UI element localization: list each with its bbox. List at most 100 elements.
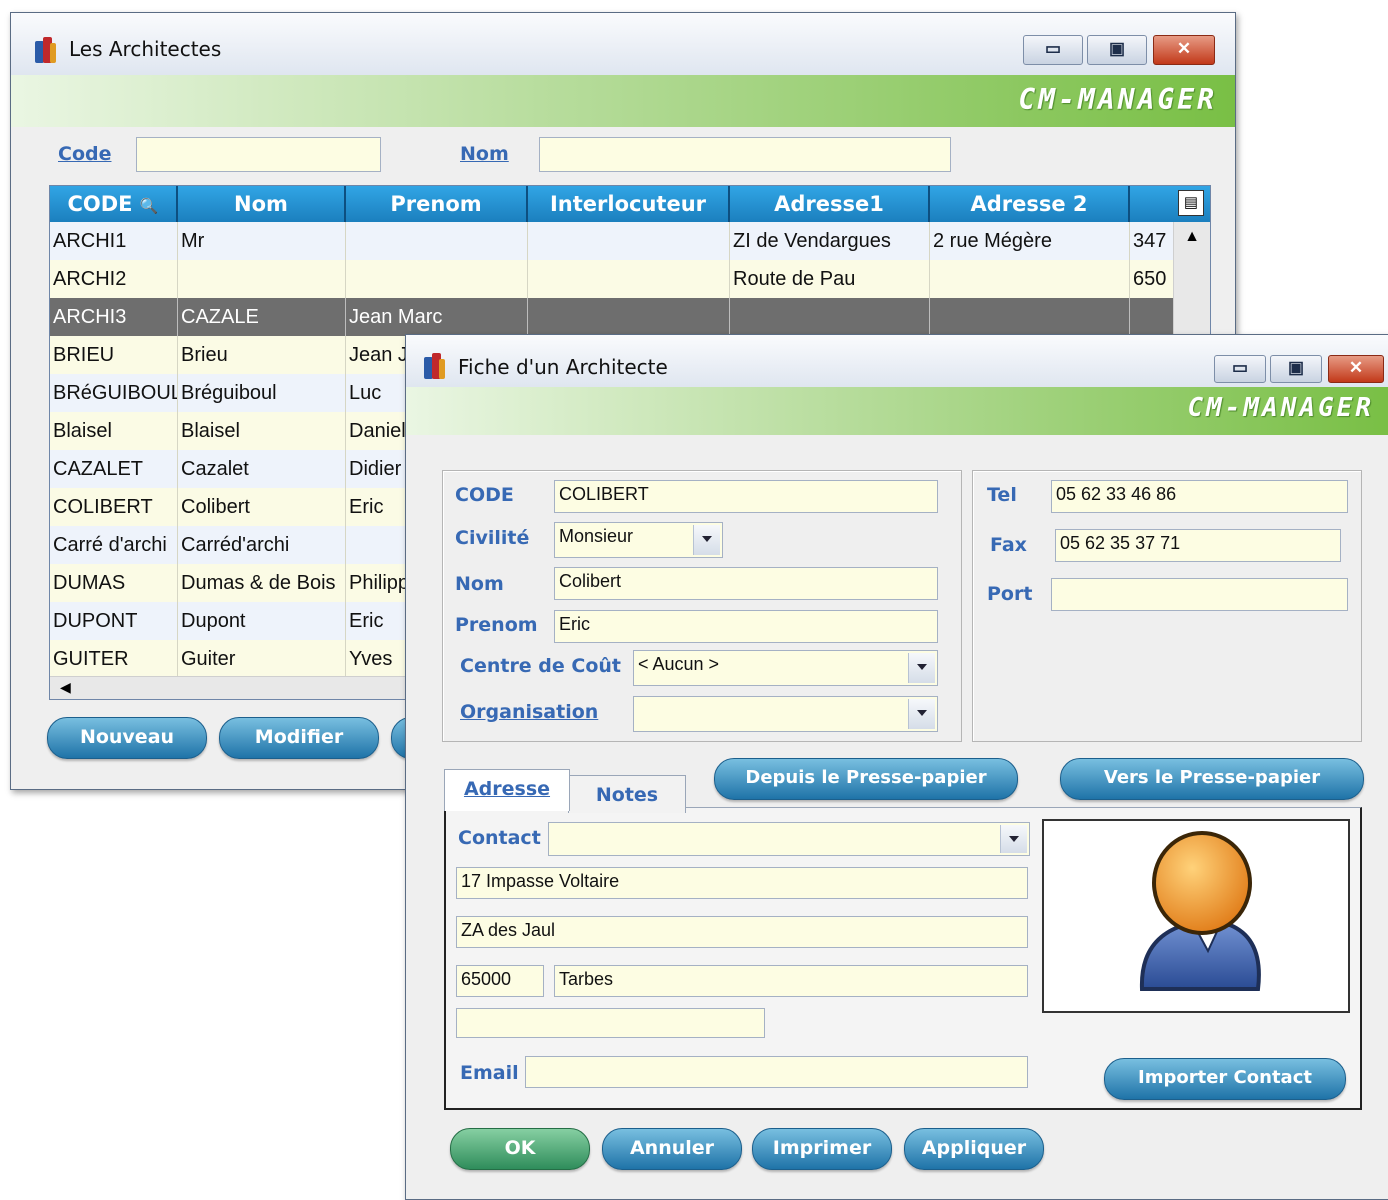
nom-field[interactable]: Colibert [554, 567, 938, 600]
vers-presse-papier-button[interactable]: Vers le Presse-papier [1060, 758, 1364, 800]
importer-contact-button[interactable]: Importer Contact [1104, 1058, 1346, 1100]
table-cell: Carréd'archi [178, 526, 346, 564]
code-field[interactable]: COLIBERT [554, 480, 938, 513]
tab-adresse[interactable]: Adresse [444, 769, 570, 811]
table-cell [528, 298, 730, 336]
nom-filter-label: Nom [460, 143, 509, 165]
table-cell: Mr [178, 222, 346, 260]
contact-select[interactable] [548, 822, 1030, 856]
close-button[interactable]: ✕ [1153, 35, 1215, 65]
column-header-cp[interactable] [1130, 186, 1176, 222]
close-icon: ✕ [1348, 358, 1364, 377]
table-row[interactable]: ARCHI2 Route de Pau 650 [50, 260, 1176, 298]
column-header-code[interactable]: CODE 🔍 [50, 186, 178, 222]
list-window-title: Les Architectes [69, 37, 222, 61]
maximize-button[interactable]: ▣ [1087, 35, 1147, 65]
centre-cout-value: < Aucun > [638, 654, 720, 674]
nom-filter-input[interactable] [539, 137, 951, 172]
ok-button[interactable]: OK [450, 1128, 590, 1170]
table-cell [930, 260, 1130, 298]
table-cell [930, 298, 1130, 336]
pays-field[interactable] [456, 1008, 765, 1038]
table-cell: ARCHI3 [50, 298, 178, 336]
brand-logo: CM-MANAGER [1018, 83, 1217, 116]
minimize-icon: ▭ [1231, 358, 1249, 377]
table-cell: Route de Pau [730, 260, 930, 298]
appliquer-button[interactable]: Appliquer [904, 1128, 1044, 1170]
fiche-banner: CM-MANAGER [406, 387, 1388, 435]
email-field[interactable] [525, 1056, 1028, 1088]
table-cell: Colibert [178, 488, 346, 526]
nouveau-button[interactable]: Nouveau [47, 717, 207, 759]
table-cell: BRIEU [50, 336, 178, 374]
app-icon [424, 353, 446, 379]
organisation-select[interactable] [633, 696, 938, 732]
chevron-down-icon[interactable] [693, 525, 720, 555]
fiche-titlebar: Fiche d'un Architecte ▭ ▣ ✕ [406, 335, 1388, 387]
scroll-left-icon[interactable]: ◀ [60, 679, 71, 696]
table-cell: DUMAS [50, 564, 178, 602]
table-cell: Cazalet [178, 450, 346, 488]
depuis-presse-papier-button[interactable]: Depuis le Presse-papier [714, 758, 1018, 800]
civilite-label: Civilité [455, 527, 530, 549]
table-cell: GUITER [50, 640, 178, 677]
prenom-field[interactable]: Eric [554, 610, 938, 643]
minimize-button[interactable]: ▭ [1214, 355, 1266, 383]
fax-field[interactable]: 05 62 35 37 71 [1055, 529, 1341, 562]
adresse2-field[interactable]: ZA des Jaul [456, 916, 1028, 948]
modifier-button[interactable]: Modifier [219, 717, 379, 759]
adresse1-field[interactable]: 17 Impasse Voltaire [456, 867, 1028, 899]
maximize-icon: ▣ [1108, 39, 1126, 58]
scroll-up-icon[interactable]: ▲ [1174, 222, 1210, 246]
civilite-select[interactable]: Monsieur [554, 522, 723, 558]
column-header-interlocuteur[interactable]: Interlocuteur [528, 186, 730, 222]
annuler-button[interactable]: Annuler [602, 1128, 742, 1170]
tab-notes[interactable]: Notes [568, 775, 686, 813]
column-header-prenom[interactable]: Prenom [346, 186, 528, 222]
table-cell: COLIBERT [50, 488, 178, 526]
table-cell: ARCHI2 [50, 260, 178, 298]
chevron-down-icon[interactable] [908, 653, 935, 683]
brand-logo: CM-MANAGER [1187, 393, 1374, 423]
table-cell: Jean Marc [346, 298, 528, 336]
ville-field[interactable]: Tarbes [554, 965, 1028, 997]
code-label: CODE [455, 484, 514, 506]
table-cell [1130, 298, 1176, 336]
centre-cout-label: Centre de Coût [460, 655, 622, 677]
email-label: Email [460, 1062, 519, 1084]
maximize-icon: ▣ [1287, 358, 1305, 377]
tel-field[interactable]: 05 62 33 46 86 [1051, 480, 1348, 513]
civilite-value: Monsieur [559, 526, 634, 546]
close-button[interactable]: ✕ [1328, 355, 1384, 383]
table-row[interactable]: ARCHI3 CAZALE Jean Marc [50, 298, 1176, 336]
table-cell: ARCHI1 [50, 222, 178, 260]
centre-cout-select[interactable]: < Aucun > [633, 650, 938, 686]
list-banner: CM-MANAGER [11, 75, 1235, 127]
contact-label: Contact [458, 827, 541, 849]
column-header-nom[interactable]: Nom [178, 186, 346, 222]
fiche-window: Fiche d'un Architecte ▭ ▣ ✕ CM-MANAGER C… [405, 334, 1388, 1200]
table-row[interactable]: ARCHI1 Mr ZI de Vendargues 2 rue Mégère 347 [50, 222, 1176, 260]
minimize-button[interactable]: ▭ [1023, 35, 1083, 65]
maximize-button[interactable]: ▣ [1270, 355, 1322, 383]
chevron-down-icon[interactable] [908, 699, 935, 729]
imprimer-button[interactable]: Imprimer [752, 1128, 892, 1170]
column-header-adresse2[interactable]: Adresse 2 [930, 186, 1130, 222]
table-cell: DUPONT [50, 602, 178, 640]
table-cell: BRéGUIBOUL [50, 374, 178, 412]
column-header-adresse1[interactable]: Adresse1 [730, 186, 930, 222]
search-icon: 🔍 [139, 197, 159, 215]
port-field[interactable] [1051, 578, 1348, 611]
table-cell: 650 [1130, 260, 1176, 298]
table-cell: 347 [1130, 222, 1176, 260]
code-postal-field[interactable]: 65000 [456, 965, 544, 997]
code-filter-input[interactable] [136, 137, 381, 172]
column-chooser-icon[interactable]: ▤ [1178, 190, 1204, 216]
table-cell [346, 260, 528, 298]
chevron-down-icon[interactable] [1000, 825, 1027, 853]
contact-photo [1042, 819, 1350, 1013]
table-cell: Blaisel [178, 412, 346, 450]
port-label: Port [987, 583, 1033, 605]
table-cell: Blaisel [50, 412, 178, 450]
tel-label: Tel [987, 484, 1017, 506]
